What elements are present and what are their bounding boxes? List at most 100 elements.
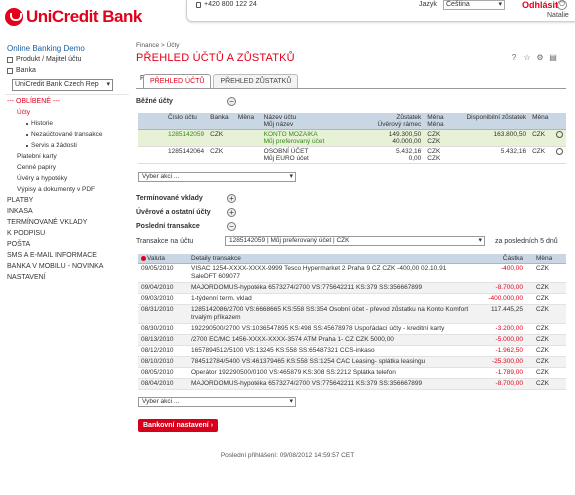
tx-row[interactable]: 09/04/2010 MAJORDOMUS-hypotéka 6573274/2… bbox=[138, 282, 566, 294]
print-icon[interactable]: ▤ bbox=[549, 54, 557, 62]
tab-balances-overview[interactable]: PŘEHLED ZŮSTATKŮ bbox=[213, 74, 299, 88]
power-icon[interactable]: ⏻ bbox=[557, 0, 567, 10]
language-select[interactable]: Čeština bbox=[443, 0, 505, 10]
col-currency2[interactable]: Měna Měna bbox=[424, 113, 452, 130]
col-balance[interactable]: Zůstatek Úvěrový rámec bbox=[356, 113, 425, 130]
tx-row[interactable]: 08/30/2010 192290500/2700 VS:1036547895 … bbox=[138, 323, 566, 335]
tx-date: 09/04/2010 bbox=[138, 282, 188, 294]
col-account-name[interactable]: Název účtu Můj název bbox=[260, 113, 357, 130]
sidebar-product-link[interactable]: Produkt / Majitel účtu bbox=[3, 54, 131, 65]
help-icon[interactable]: ? bbox=[510, 54, 518, 62]
expand-credit-accounts-icon[interactable]: + bbox=[227, 208, 236, 217]
tx-row[interactable]: 08/10/2010 784512784/5400 VS:461379465 K… bbox=[138, 356, 566, 368]
sidebar-item-settings[interactable]: NASTAVENÍ bbox=[3, 272, 131, 283]
tx-detail: 1285142086/2700 VS:6668665 KS:558 SS:354… bbox=[188, 304, 474, 324]
tx-detail: /2700 EC/MC 1456-XXXX-XXXX-3574 ATM Prah… bbox=[188, 334, 474, 346]
tab-accounts-overview[interactable]: PŘEHLED ÚČTŮ bbox=[143, 74, 212, 88]
col-bank[interactable]: Banka bbox=[207, 113, 235, 130]
account-number[interactable]: 1285142059 bbox=[138, 129, 208, 147]
tx-row[interactable]: 09/03/2010 1-týdenní term. vklad -400.00… bbox=[138, 293, 566, 305]
bank-select[interactable]: UniCredit Bank Czech Rep bbox=[12, 79, 113, 91]
sidebar-item-statements[interactable]: Výpisy a dokumenty v PDF bbox=[3, 184, 131, 195]
tx-account-select[interactable]: 1285142059 | Můj preferovaný účet | CZK bbox=[225, 236, 485, 246]
col-amount[interactable]: Částka bbox=[474, 254, 526, 264]
account-available: 163.800,50 bbox=[451, 129, 530, 147]
account-bank: CZK bbox=[207, 146, 235, 164]
account-cur: CZK bbox=[427, 148, 441, 155]
sidebar-item-accounts[interactable]: Účty bbox=[3, 107, 131, 118]
settings-icon[interactable]: ⚙ bbox=[536, 54, 544, 62]
sidebar-item-mobile[interactable]: BANKA V MOBILU - NOVINKA bbox=[3, 261, 131, 272]
clock-icon[interactable] bbox=[555, 148, 563, 155]
unicredit-logo-icon bbox=[5, 8, 23, 26]
col-currency[interactable]: Měna bbox=[234, 113, 261, 130]
sidebar-title: Online Banking Demo bbox=[7, 44, 85, 53]
tx-detail: MAJORDOMUS-hypotéka 6573274/2700 VS:7756… bbox=[188, 378, 474, 390]
tx-row[interactable]: 08/04/2010 MAJORDOMUS-hypotéka 6573274/2… bbox=[138, 378, 566, 390]
col-balance-label: Zůstatek bbox=[396, 114, 422, 121]
col-tx-currency[interactable]: Měna bbox=[526, 254, 566, 264]
tx-row[interactable]: 08/12/2010 1657894512/5100 VS:13245 KS:5… bbox=[138, 345, 566, 357]
sidebar-item-collection[interactable]: INKASA bbox=[3, 206, 131, 217]
tx-amount: -400.000,00 bbox=[474, 293, 526, 305]
tx-row[interactable]: 08/05/2010 Operátor 192290500/0100 VS:46… bbox=[138, 367, 566, 379]
sidebar-item-to-sign[interactable]: K PODPISU bbox=[3, 228, 131, 239]
tx-detail: 1657894512/5100 VS:13245 KS:558 SS:65487… bbox=[188, 345, 474, 357]
sidebar-item-securities[interactable]: Cenné papíry bbox=[3, 162, 131, 173]
account-number[interactable]: 1285142064 bbox=[138, 146, 208, 164]
clock-icon[interactable] bbox=[555, 131, 563, 138]
sidebar-item-loans[interactable]: Úvěry a hypotéky bbox=[3, 173, 131, 184]
col-currency3[interactable]: Měna bbox=[529, 113, 553, 130]
sidebar-item-payments[interactable]: PLATBY bbox=[3, 195, 131, 206]
logo-text: UniCredit Bank bbox=[26, 7, 142, 26]
tx-row[interactable]: 08/13/2010 /2700 EC/MC 1456-XXXX-XXXX-35… bbox=[138, 334, 566, 346]
tx-amount: 117.445,25 bbox=[474, 304, 526, 324]
transactions-action-select[interactable]: Vyber akci ... bbox=[138, 397, 296, 407]
sidebar-item-cards[interactable]: Platební karty bbox=[3, 151, 131, 162]
tx-amount: -25.300,00 bbox=[474, 356, 526, 368]
sort-icon[interactable] bbox=[141, 255, 146, 261]
title-icons: ? ☆ ⚙ ▤ bbox=[510, 54, 557, 62]
tab-divider bbox=[136, 88, 566, 89]
logout-link[interactable]: Odhlásit bbox=[522, 0, 558, 10]
account-my-name: Můj preferovaný účet bbox=[263, 138, 325, 145]
expand-term-deposits-icon[interactable]: + bbox=[227, 194, 236, 203]
star-icon[interactable]: ☆ bbox=[523, 54, 531, 62]
term-deposits-label: Termínované vklady bbox=[136, 195, 203, 202]
sidebar-item-mail[interactable]: POŠTA bbox=[3, 239, 131, 250]
tx-date: 08/04/2010 bbox=[138, 378, 188, 390]
tx-amount: -8.700,00 bbox=[474, 378, 526, 390]
unicredit-logo[interactable]: UniCredit Bank bbox=[5, 6, 142, 28]
bank-settings-button[interactable]: Bankovní nastavení › bbox=[138, 419, 219, 432]
sidebar-item-unbilled[interactable]: Nezaúčtované transakce bbox=[3, 129, 131, 140]
tx-row[interactable]: 08/31/2010 1285142086/2700 VS:6668665 KS… bbox=[138, 304, 566, 324]
sidebar-item-services[interactable]: Servis a žádosti bbox=[3, 140, 131, 151]
col-valuta[interactable]: Valuta bbox=[138, 254, 188, 264]
sidebar-item-history[interactable]: Historie bbox=[3, 118, 131, 129]
col-valuta-label: Valuta bbox=[147, 255, 165, 262]
account-cur-b: CZK bbox=[427, 138, 441, 145]
account-row[interactable]: 1285142059 CZK KONTO MOZAIKA Můj prefero… bbox=[138, 129, 566, 147]
tx-date: 09/03/2010 bbox=[138, 293, 188, 305]
sidebar-item-term-deposits[interactable]: TERMÍNOVANÉ VKLADY bbox=[3, 217, 131, 228]
tx-amount: -1.962,50 bbox=[474, 345, 526, 357]
account-balance-cell: 5.432,16 0,00 bbox=[356, 146, 425, 164]
tx-detail: 784512784/5400 VS:461379465 KS:558 SS:12… bbox=[188, 356, 474, 368]
last-transactions-label: Poslední transakce bbox=[136, 223, 200, 230]
tx-currency: CZK bbox=[526, 334, 566, 346]
account-row[interactable]: 1285142064 CZK OSOBNÍ ÚČET Můj EURO účet… bbox=[138, 146, 566, 164]
tx-currency: CZK bbox=[526, 367, 566, 379]
tx-date: 08/31/2010 bbox=[138, 304, 188, 324]
tx-amount: -1.789,00 bbox=[474, 367, 526, 379]
col-detail[interactable]: Detaily transakce bbox=[188, 254, 474, 264]
collapse-current-accounts-icon[interactable]: − bbox=[227, 97, 236, 106]
collapse-last-transactions-icon[interactable]: − bbox=[227, 222, 236, 231]
sidebar-item-favorites[interactable]: --- OBLÍBENÉ --- bbox=[3, 96, 131, 107]
sidebar-item-sms[interactable]: SMS A E-MAIL INFORMACE bbox=[3, 250, 131, 261]
col-currency2-label: Měna bbox=[427, 114, 444, 121]
tx-row[interactable]: 09/05/2010 VISAC 1254-XXXX-XXXX-9999 Tes… bbox=[138, 263, 566, 283]
account-overdraft: 0,00 bbox=[408, 155, 422, 162]
accounts-action-select[interactable]: Vyber akci ... bbox=[138, 172, 296, 182]
col-number[interactable]: Číslo účtu bbox=[138, 113, 208, 130]
col-available[interactable]: Disponibilní zůstatek bbox=[451, 113, 530, 130]
